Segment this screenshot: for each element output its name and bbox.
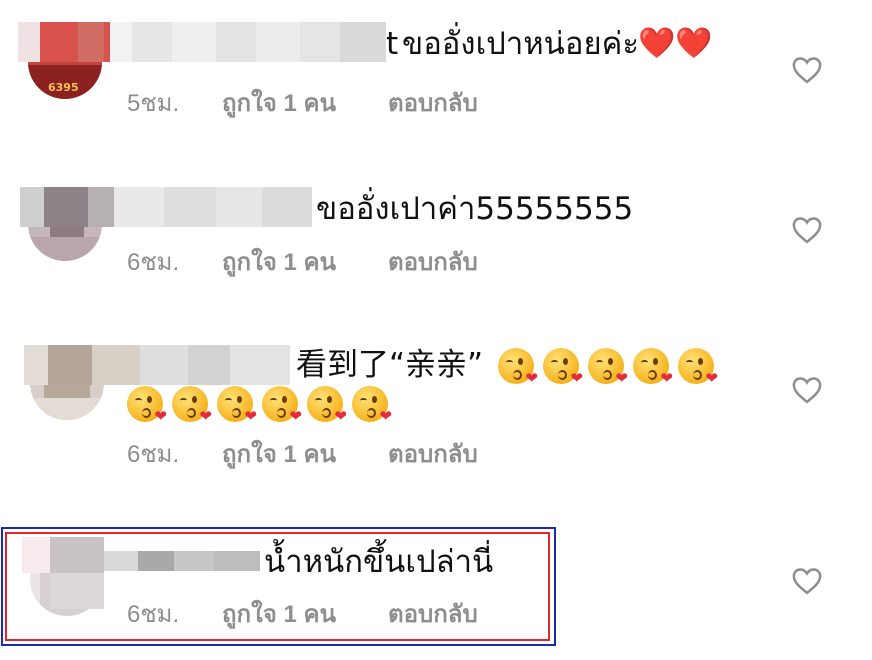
likes-count-link[interactable]: ถูกใจ 1 คน <box>222 248 336 278</box>
comment-item: ขออั่งเปาค่า55555555 6ชม. ถูกใจ 1 คน ตอบ… <box>0 160 872 290</box>
comment-text: 看到了“亲亲” <box>296 347 484 383</box>
comment-time: 6ชม. <box>127 601 180 628</box>
reply-button[interactable]: ตอบกลับ <box>388 248 478 278</box>
comment-text-tail: t <box>386 26 399 62</box>
comment-item: 6395 t ขออั่งเปาหน่อยค่ะ ❤️❤️ 5ชม. ถูกใจ… <box>0 0 872 140</box>
kiss-emoji-row <box>498 348 723 386</box>
face-blowing-kiss-icon <box>127 386 167 424</box>
face-blowing-kiss-icon <box>633 348 673 386</box>
face-blowing-kiss-icon <box>352 386 392 424</box>
heart-outline-icon[interactable] <box>792 376 822 404</box>
heart-outline-icon[interactable] <box>792 56 822 84</box>
comment-text: น้ำหนักขึ้นเปล่านี่ <box>264 544 494 580</box>
comment-item: น้ำหนักขึ้นเปล่านี่ 6ชม. ถูกใจ 1 คน ตอบก… <box>0 520 872 660</box>
reply-button[interactable]: ตอบกลับ <box>388 440 478 470</box>
comment-time: 5ชม. <box>127 90 180 117</box>
likes-count-link[interactable]: ถูกใจ 1 คน <box>222 600 336 630</box>
face-blowing-kiss-icon <box>172 386 212 424</box>
face-blowing-kiss-icon <box>262 386 302 424</box>
comment-time: 6ชม. <box>127 441 180 468</box>
username-blurred[interactable] <box>18 22 386 62</box>
username-blurred[interactable] <box>22 537 260 609</box>
face-blowing-kiss-icon <box>678 348 718 386</box>
comment-text: ขออั่งเปาหน่อยค่ะ <box>402 26 640 62</box>
kiss-emoji-row <box>127 386 397 424</box>
username-blurred[interactable] <box>20 187 312 227</box>
reply-button[interactable]: ตอบกลับ <box>388 600 478 630</box>
comment-time: 6ชม. <box>127 249 180 276</box>
face-blowing-kiss-icon <box>217 386 257 424</box>
likes-count-link[interactable]: ถูกใจ 1 คน <box>222 89 336 119</box>
face-blowing-kiss-icon <box>307 386 347 424</box>
reply-button[interactable]: ตอบกลับ <box>388 89 478 119</box>
likes-count-link[interactable]: ถูกใจ 1 คน <box>222 440 336 470</box>
heart-emoji: ❤️❤️ <box>638 26 713 61</box>
face-blowing-kiss-icon <box>498 348 538 386</box>
comment-text: ขออั่งเปาค่า55555555 <box>316 191 634 227</box>
avatar-caption: 6395 <box>48 81 79 94</box>
username-blurred[interactable] <box>24 345 290 385</box>
face-blowing-kiss-icon <box>543 348 583 386</box>
comment-item: 看到了“亲亲” 6ชม. ถูกใจ 1 คน ตอบกลับ <box>0 320 872 480</box>
heart-outline-icon[interactable] <box>792 567 822 595</box>
face-blowing-kiss-icon <box>588 348 628 386</box>
heart-outline-icon[interactable] <box>792 216 822 244</box>
